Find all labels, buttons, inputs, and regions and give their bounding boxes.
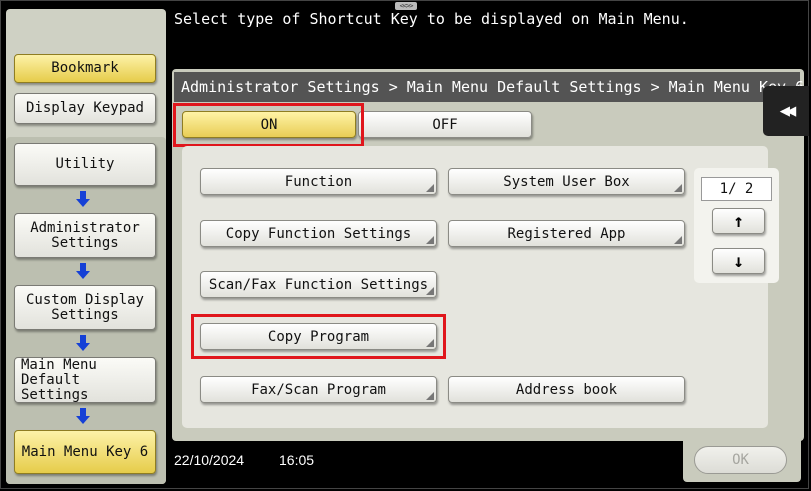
- scan-fax-function-settings-button[interactable]: Scan/Fax Function Settings: [200, 271, 437, 298]
- highlight-on-box: [173, 103, 364, 147]
- nav-main-menu-key-6-button[interactable]: Main Menu Key 6: [14, 430, 156, 474]
- page-up-button[interactable]: ↑: [712, 208, 765, 234]
- submenu-corner-icon: [674, 184, 682, 192]
- system-user-box-label: System User Box: [503, 173, 630, 190]
- address-book-label: Address book: [515, 381, 618, 398]
- submenu-corner-icon: [674, 236, 682, 244]
- date-display: 22/10/2024: [174, 452, 245, 468]
- registered-app-button[interactable]: Registered App: [448, 220, 685, 247]
- down-arrow-icon: [76, 191, 90, 207]
- page-down-button[interactable]: ↓: [712, 248, 765, 274]
- nav-utility-button[interactable]: Utility: [14, 143, 156, 186]
- fax-scan-program-button[interactable]: Fax/Scan Program: [200, 376, 437, 403]
- down-arrow-icon: [76, 408, 90, 424]
- arrow-up-icon: ↑: [733, 210, 744, 232]
- off-toggle-button[interactable]: OFF: [358, 111, 532, 138]
- down-arrow-icon: [76, 335, 90, 351]
- highlight-copy-program-box: [191, 314, 446, 359]
- function-label: Function: [284, 173, 353, 190]
- scan-fax-function-settings-label: Scan/Fax Function Settings: [208, 276, 429, 293]
- copy-function-settings-label: Copy Function Settings: [225, 225, 412, 242]
- down-arrow-icon: [76, 263, 90, 279]
- submenu-corner-icon: [426, 392, 434, 400]
- bookmark-button[interactable]: Bookmark: [14, 54, 156, 83]
- display-keypad-button[interactable]: Display Keypad: [14, 93, 156, 124]
- collapse-panel-icon[interactable]: ◀◀: [763, 86, 809, 136]
- nav-administrator-settings-button[interactable]: Administrator Settings: [14, 213, 156, 258]
- address-book-button[interactable]: Address book: [448, 376, 685, 403]
- arrow-down-icon: ↓: [733, 250, 744, 272]
- page-indicator: 1/ 2: [701, 177, 772, 201]
- submenu-corner-icon: [426, 287, 434, 295]
- submenu-corner-icon: [426, 184, 434, 192]
- time-display: 16:05: [279, 452, 315, 468]
- fax-scan-program-label: Fax/Scan Program: [251, 381, 386, 398]
- copy-function-settings-button[interactable]: Copy Function Settings: [200, 220, 437, 247]
- nav-custom-display-settings-button[interactable]: Custom Display Settings: [14, 285, 156, 330]
- system-user-box-button[interactable]: System User Box: [448, 168, 685, 195]
- instruction-message: Select type of Shortcut Key to be displa…: [174, 10, 689, 28]
- function-button[interactable]: Function: [200, 168, 437, 195]
- submenu-corner-icon: [426, 236, 434, 244]
- registered-app-label: Registered App: [507, 225, 626, 242]
- breadcrumb: Administrator Settings > Main Menu Defau…: [174, 72, 804, 102]
- ok-button[interactable]: OK: [694, 446, 787, 474]
- nav-main-menu-default-settings-button[interactable]: Main Menu Default Settings: [14, 357, 156, 403]
